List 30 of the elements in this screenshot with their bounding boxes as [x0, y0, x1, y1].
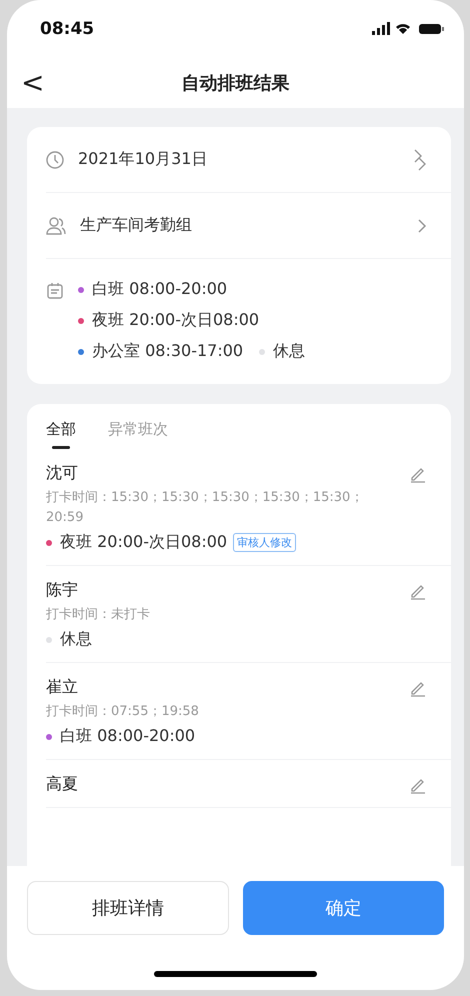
calendar-icon: [46, 282, 64, 300]
chevron-icon: [417, 218, 427, 234]
wifi-icon: [396, 24, 410, 34]
page-title: 自动排班结果: [182, 72, 290, 95]
shift-text: 白班 08:00-20:00: [60, 726, 196, 747]
employee-name: 高夏: [46, 774, 78, 795]
shift-legend-item: 办公室 08:30-17:00: [78, 341, 244, 362]
shift-text: 休息: [60, 629, 92, 650]
status-time: 08:45: [40, 19, 94, 39]
tab[interactable]: 全部: [46, 420, 76, 449]
details-button[interactable]: 排班详情: [27, 881, 228, 935]
punch-times: 打卡时间：未打卡: [46, 606, 151, 624]
punch-times: 打卡时间：15:30；15:30；15:30；15:30；15:30；20:59: [46, 489, 364, 527]
shift-legend-item: 白班 08:00-20:00: [78, 279, 228, 300]
signal-icon: [372, 22, 390, 35]
people-icon: [46, 216, 66, 234]
group-text[interactable]: 生产车间考勤组: [80, 215, 403, 236]
clock-icon: [46, 150, 64, 168]
shift-text: 夜班 20:00-次日08:00: [60, 532, 228, 553]
chevron-icon: [413, 148, 427, 172]
shift-legend-item: 休息: [259, 341, 306, 362]
punch-times: 打卡时间：07:55；19:58: [46, 703, 200, 721]
employee-name: 沈可: [46, 463, 78, 484]
shift-legend-item: 夜班 20:00-次日08:00: [78, 310, 260, 331]
date-text[interactable]: 2021年10月31日: [78, 149, 399, 170]
battery-icon: [419, 24, 444, 34]
back-button[interactable]: <: [17, 68, 48, 98]
modified-tag: 审核人修改: [233, 533, 296, 552]
employee-name: 陈宇: [46, 580, 78, 601]
employee-name: 崔立: [46, 677, 78, 698]
